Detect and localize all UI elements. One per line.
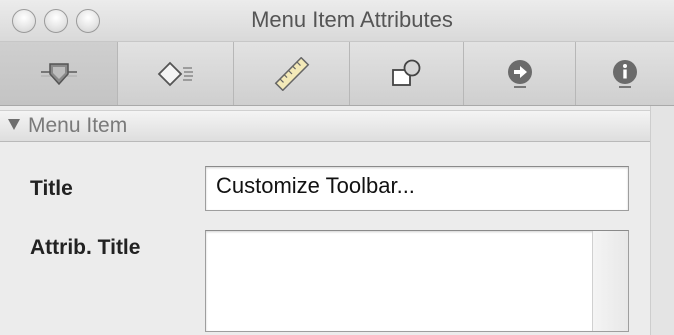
- diamond-effects-icon: [157, 61, 193, 86]
- section-header-menu-item[interactable]: Menu Item: [0, 110, 650, 142]
- arrow-connections-icon: [507, 59, 532, 88]
- tab-size[interactable]: [234, 42, 350, 105]
- attrib-title-label: Attrib. Title: [30, 236, 141, 259]
- slider-attributes-icon: [40, 62, 77, 85]
- info-identity-icon: [613, 59, 637, 88]
- menu-item-attributes-window: Menu Item Attributes Menu Item Title Cus…: [0, 0, 674, 335]
- window-title: Menu Item Attributes: [251, 7, 453, 32]
- tab-identity[interactable]: [576, 42, 674, 105]
- title-field-value: Customize Toolbar...: [216, 173, 415, 198]
- inspector-content: Menu Item Title Customize Toolbar... Att…: [0, 106, 650, 335]
- title-bar: Menu Item Attributes: [0, 0, 674, 42]
- attrib-title-field[interactable]: [205, 230, 629, 332]
- attrib-title-scrollbar[interactable]: [592, 231, 628, 331]
- inspector-toolbar: [0, 42, 674, 106]
- tab-attributes[interactable]: [0, 42, 118, 105]
- shapes-bindings-icon: [391, 59, 420, 86]
- tab-connections[interactable]: [464, 42, 576, 105]
- disclosure-triangle-icon[interactable]: [8, 119, 20, 130]
- window-edge-strip: [650, 106, 674, 335]
- title-field[interactable]: Customize Toolbar...: [205, 166, 629, 211]
- tab-effects[interactable]: [118, 42, 234, 105]
- tab-bindings[interactable]: [350, 42, 464, 105]
- ruler-size-icon: [274, 56, 309, 91]
- section-label: Menu Item: [28, 114, 128, 137]
- title-label: Title: [30, 177, 73, 200]
